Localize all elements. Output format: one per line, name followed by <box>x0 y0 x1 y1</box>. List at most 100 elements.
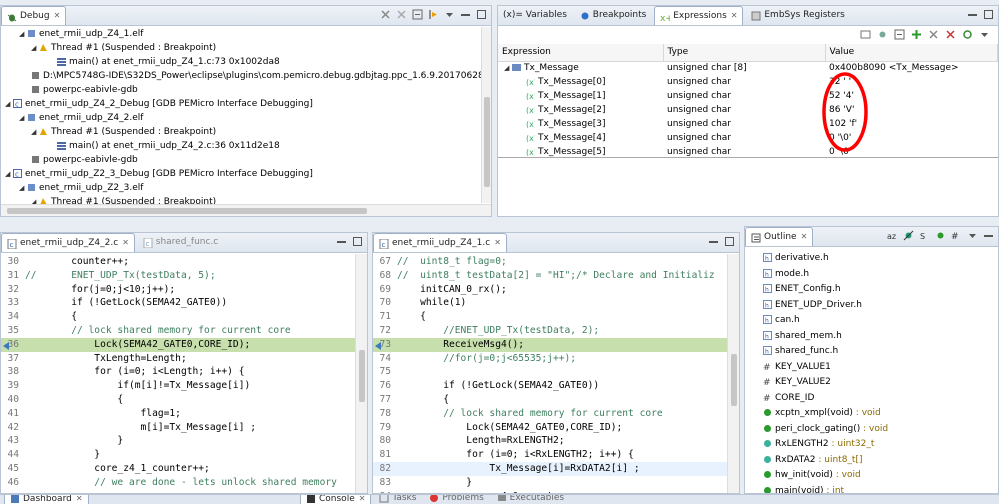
tab-executables[interactable]: Executables <box>492 495 569 504</box>
tab-tasks[interactable]: Tasks <box>374 495 421 504</box>
collapse-all-icon[interactable] <box>894 29 905 40</box>
expand-arrow-icon[interactable]: ◢ <box>19 111 27 125</box>
sort-icon[interactable]: az <box>887 230 898 241</box>
tab-editor-z4-2[interactable]: c enet_rmii_udp_Z4_2.c ✕ <box>1 233 135 252</box>
expand-arrow-icon[interactable]: ◢ <box>31 125 39 139</box>
remove-all-expressions-icon[interactable] <box>945 29 956 40</box>
hide-static-icon[interactable]: S <box>919 230 930 241</box>
tab-embsys[interactable]: EmbSys Registers <box>746 6 850 25</box>
hide-nonpublic-icon[interactable] <box>935 230 946 241</box>
editor2-scrollbar[interactable] <box>727 254 739 493</box>
outline-item[interactable]: h ENET_UDP_Driver.h <box>763 298 998 314</box>
refresh-icon[interactable] <box>962 29 973 40</box>
column-type[interactable]: Type <box>663 44 826 62</box>
logical-structure-icon[interactable] <box>877 29 888 40</box>
expression-row[interactable]: (x)Tx_Message[2]unsigned char86 'V' <box>498 103 998 117</box>
debug-tree-item[interactable]: ◢ enet_rmii_udp_Z2_3.elf <box>1 181 491 195</box>
add-expression-icon[interactable] <box>911 29 922 40</box>
expression-row[interactable]: ◢ Tx_Message unsigned char [8] 0x400b8090 <… <box>498 61 998 75</box>
debug-tree-item[interactable]: ◢ enet_rmii_udp_Z4_1.elf <box>1 27 491 41</box>
tab-variables[interactable]: (x)= Variables <box>498 6 572 25</box>
outline-item[interactable]: # CORE_ID <box>763 391 998 407</box>
code-area[interactable]: 67 // uint8_t flag=0; 68 // uint8_t testDat… <box>373 253 739 493</box>
expand-arrow-icon[interactable]: ◢ <box>5 167 13 181</box>
outline-item[interactable]: h derivative.h <box>763 251 998 267</box>
outline-item[interactable]: RxLENGTH2 : uint32_t <box>763 437 998 453</box>
debug-tree-item[interactable]: main() at enet_rmii_udp_Z4_1.c:73 0x1002… <box>1 55 491 69</box>
maximize-icon[interactable] <box>983 9 994 20</box>
column-value[interactable]: Value <box>825 44 998 62</box>
close-icon[interactable]: ✕ <box>801 232 808 241</box>
close-icon[interactable]: ✕ <box>76 495 83 503</box>
outline-item[interactable]: # KEY_VALUE2 <box>763 375 998 391</box>
tab-dashboard[interactable]: Dashboard ✕ <box>4 495 89 504</box>
outline-item[interactable]: h shared_mem.h <box>763 329 998 345</box>
minimize-icon[interactable] <box>967 9 978 20</box>
outline-item[interactable]: # KEY_VALUE1 <box>763 360 998 376</box>
hide-fields-icon[interactable] <box>903 230 914 241</box>
code-area[interactable]: 30 counter++; 31// ENET_UDP_Tx(testData, … <box>1 253 367 490</box>
minimize-icon[interactable] <box>708 236 719 247</box>
debug-tree-item[interactable]: ◢ Thread #1 (Suspended : Breakpoint) <box>1 125 491 139</box>
close-icon[interactable]: ✕ <box>359 495 366 503</box>
maximize-icon[interactable] <box>352 236 363 247</box>
expand-arrow-icon[interactable]: ◢ <box>5 97 13 111</box>
scroll-thumb[interactable] <box>359 350 365 402</box>
type-names-icon[interactable] <box>860 29 871 40</box>
expression-row[interactable]: (x)Tx_Message[3]unsigned char102 'f' <box>498 117 998 131</box>
outline-item[interactable]: h mode.h <box>763 267 998 283</box>
close-icon[interactable]: ✕ <box>122 238 129 247</box>
close-icon[interactable]: ✕ <box>494 238 501 247</box>
minimize-icon[interactable] <box>336 236 347 247</box>
minimize-icon[interactable] <box>983 230 994 241</box>
expand-arrow-icon[interactable]: ◢ <box>31 41 39 55</box>
outline-item[interactable]: main(void) : int <box>763 484 998 493</box>
debug-tree-item[interactable]: powerpc-eabivle-gdb <box>1 83 491 97</box>
expand-arrow-icon[interactable]: ◢ <box>19 27 27 41</box>
debug-tree-item[interactable]: ◢ Thread #1 (Suspended : Breakpoint) <box>1 41 491 55</box>
close-icon[interactable]: ✕ <box>54 11 61 20</box>
outline-item[interactable]: h ENET_Config.h <box>763 282 998 298</box>
outline-item[interactable]: h shared_func.h <box>763 344 998 360</box>
view-menu-icon[interactable] <box>444 9 455 20</box>
editor1-scrollbar[interactable] <box>355 254 367 493</box>
debug-tree-item[interactable]: powerpc-eabivle-gdb <box>1 153 491 167</box>
column-expression[interactable]: Expression <box>498 44 664 62</box>
outline-item[interactable]: RxDATA2 : uint8_t[] <box>763 453 998 469</box>
scroll-thumb[interactable] <box>731 354 737 406</box>
expand-arrow-icon[interactable]: ◢ <box>19 181 27 195</box>
outline-item[interactable]: hw_init(void) : void <box>763 468 998 484</box>
expand-arrow-icon[interactable]: ◢ <box>504 64 512 72</box>
step-icon[interactable] <box>428 9 439 20</box>
tab-shared-func[interactable]: c shared_func.c <box>138 233 224 252</box>
maximize-icon[interactable] <box>724 236 735 247</box>
scroll-thumb[interactable] <box>484 97 490 187</box>
tab-editor-z4-1[interactable]: c enet_rmii_udp_Z4_1.c ✕ <box>373 233 507 252</box>
debug-tree-item[interactable]: main() at enet_rmii_udp_Z4_2.c:36 0x11d2… <box>1 139 491 153</box>
expression-row[interactable]: (x)Tx_Message[4]unsigned char0 '\0' <box>498 131 998 145</box>
debug-tree-item[interactable]: ◢ enet_rmii_udp_Z4_2.elf <box>1 111 491 125</box>
debug-tree-item[interactable]: ◢ c enet_rmii_udp_Z4_2_Debug [GDB PEMicro … <box>1 97 491 111</box>
tab-problems[interactable]: Problems <box>424 495 488 504</box>
minimize-icon[interactable] <box>460 9 471 20</box>
remove-terminated-icon[interactable] <box>380 9 391 20</box>
expression-row[interactable]: (x)Tx_Message[0]unsigned char32 ' ' <box>498 75 998 89</box>
debug-hscrollbar[interactable] <box>1 204 491 216</box>
tab-expressions[interactable]: x+Expressions ✕ <box>654 6 744 25</box>
debug-scrollbar[interactable] <box>481 27 491 203</box>
tab-breakpoints[interactable]: Breakpoints <box>575 6 652 25</box>
tab-debug[interactable]: Debug ✕ <box>1 6 67 25</box>
collapse-icon[interactable] <box>412 9 423 20</box>
tab-outline[interactable]: Outline ✕ <box>745 227 814 246</box>
outline-item[interactable]: h can.h <box>763 313 998 329</box>
expression-row[interactable]: (x)Tx_Message[1]unsigned char52 '4' <box>498 89 998 103</box>
view-menu-icon[interactable] <box>979 29 990 40</box>
debug-tree-item[interactable]: ◢ c enet_rmii_udp_Z2_3_Debug [GDB PEMicro … <box>1 167 491 181</box>
close-icon[interactable]: ✕ <box>731 11 738 20</box>
maximize-icon[interactable] <box>476 9 487 20</box>
debug-tree-item[interactable]: D:\MPC5748G-IDE\S32DS_Power\eclipse\plug… <box>1 69 491 83</box>
detail-splitter[interactable] <box>498 157 998 158</box>
outline-item[interactable]: xcptn_xmpl(void) : void <box>763 406 998 422</box>
tab-console[interactable]: Console ✕ <box>300 495 372 504</box>
outline-item[interactable]: peri_clock_gating() : void <box>763 422 998 438</box>
